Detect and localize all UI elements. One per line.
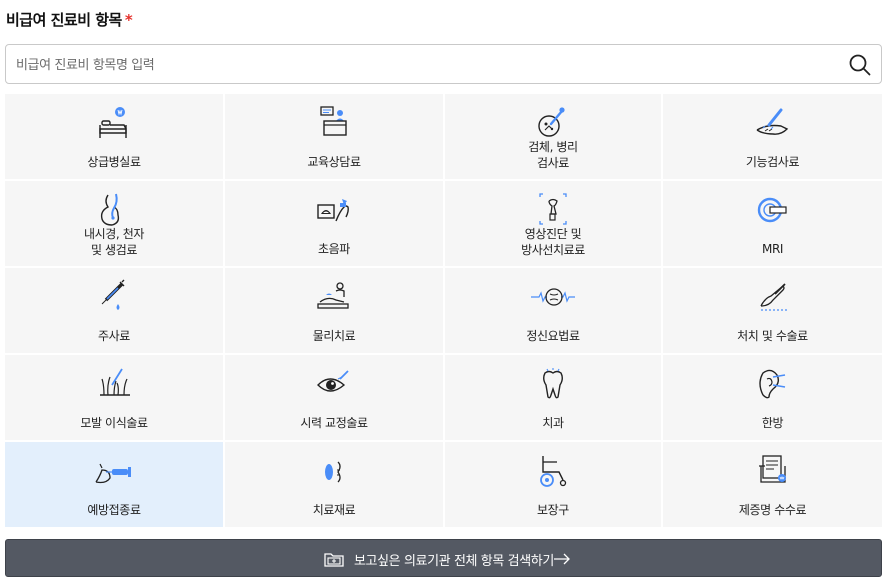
hospital-folder-icon xyxy=(324,553,344,567)
category-ultrasound[interactable]: 초음파 xyxy=(225,181,443,266)
category-function-test[interactable]: 기능검사료 xyxy=(663,94,882,179)
category-label: 영상진단 및 방사선치료료 xyxy=(521,227,585,257)
section-title: 비급여 진료비 항목 * xyxy=(6,9,133,30)
category-label: 상급병실료 xyxy=(87,155,141,169)
eye-icon xyxy=(317,370,349,392)
arrow-right-icon xyxy=(554,553,570,565)
category-label: 정신요법료 xyxy=(526,329,580,343)
category-label: 처치 및 수술료 xyxy=(737,329,808,343)
search-all-items-button[interactable]: 보고싶은 의료기관 전체 항목 검색하기 xyxy=(5,539,882,577)
category-label: 교육상담료 xyxy=(307,155,361,169)
category-label: 치료재료 xyxy=(312,503,356,517)
mri-icon xyxy=(757,197,787,223)
brain-wave-icon xyxy=(531,288,575,306)
certificate-icon xyxy=(758,455,786,483)
imaging-icon xyxy=(539,193,567,225)
category-counseling[interactable]: 교육상담료 xyxy=(225,94,443,179)
category-psychotherapy[interactable]: 정신요법료 xyxy=(445,268,661,353)
counseling-icon xyxy=(320,106,347,136)
category-label: 한방 xyxy=(761,416,784,430)
category-imaging[interactable]: 영상진단 및 방사선치료료 xyxy=(445,181,661,266)
category-certificate-fees[interactable]: 제증명 수수료 xyxy=(663,442,882,527)
category-dental[interactable]: 치과 xyxy=(445,355,661,440)
category-oriental-medicine[interactable]: 한방 xyxy=(663,355,882,440)
hospital-bed-icon xyxy=(99,107,127,138)
wheelchair-icon xyxy=(540,456,567,487)
category-label: 보장구 xyxy=(537,503,569,517)
acupuncture-ear-icon xyxy=(758,369,785,399)
category-vision-correction[interactable]: 시력 교정술료 xyxy=(225,355,443,440)
search-icon[interactable] xyxy=(847,52,873,78)
physical-therapy-icon xyxy=(317,282,349,309)
category-assistive-devices[interactable]: 보장구 xyxy=(445,442,661,527)
specimen-test-icon xyxy=(538,107,565,137)
category-label: 모발 이식술료 xyxy=(80,416,148,430)
category-physical-therapy[interactable]: 물리치료 xyxy=(225,268,443,353)
category-specimen-test[interactable]: 검체, 병리 검사료 xyxy=(445,94,661,179)
required-mark: * xyxy=(124,11,133,29)
category-hair-transplant[interactable]: 모발 이식술료 xyxy=(5,355,223,440)
search-box xyxy=(5,44,882,84)
vaccination-icon xyxy=(95,463,131,484)
category-label: 제증명 수수료 xyxy=(738,503,807,517)
endoscopy-icon xyxy=(100,193,120,226)
search-input[interactable] xyxy=(16,54,836,76)
category-label: 내시경, 천자 및 생검료 xyxy=(83,227,145,257)
category-hospital-room[interactable]: 상급병실료 xyxy=(5,94,223,179)
function-test-icon xyxy=(756,108,788,135)
category-grid: 상급병실료 교육상담료 검체, 병리 검사료 기능검사료 내시경, 천자 및 생… xyxy=(5,94,882,527)
category-endoscopy[interactable]: 내시경, 천자 및 생검료 xyxy=(5,181,223,266)
category-label: 주사료 xyxy=(98,329,130,343)
ultrasound-icon xyxy=(317,199,349,222)
category-label: 치과 xyxy=(542,416,564,430)
category-label: 시력 교정술료 xyxy=(300,416,368,430)
category-label: 물리치료 xyxy=(312,329,356,343)
category-label: MRI xyxy=(761,242,784,256)
category-treatment-materials[interactable]: 치료재료 xyxy=(225,442,443,527)
search-all-items-label: 보고싶은 의료기관 전체 항목 검색하기 xyxy=(354,554,554,569)
lens-material-icon xyxy=(325,461,341,483)
syringe-icon xyxy=(101,279,125,310)
category-mri[interactable]: MRI xyxy=(663,181,882,266)
tooth-icon xyxy=(543,368,563,399)
section-title-text: 비급여 진료비 항목 xyxy=(6,11,122,29)
category-surgery[interactable]: 처치 및 수술료 xyxy=(663,268,882,353)
category-label: 초음파 xyxy=(318,242,350,256)
surgery-icon xyxy=(759,283,787,311)
category-label: 검체, 병리 검사료 xyxy=(528,140,578,170)
hair-transplant-icon xyxy=(100,368,130,396)
category-vaccination[interactable]: 예방접종료 xyxy=(5,442,223,527)
category-label: 예방접종료 xyxy=(87,503,141,517)
category-injection[interactable]: 주사료 xyxy=(5,268,223,353)
category-label: 기능검사료 xyxy=(745,155,800,169)
